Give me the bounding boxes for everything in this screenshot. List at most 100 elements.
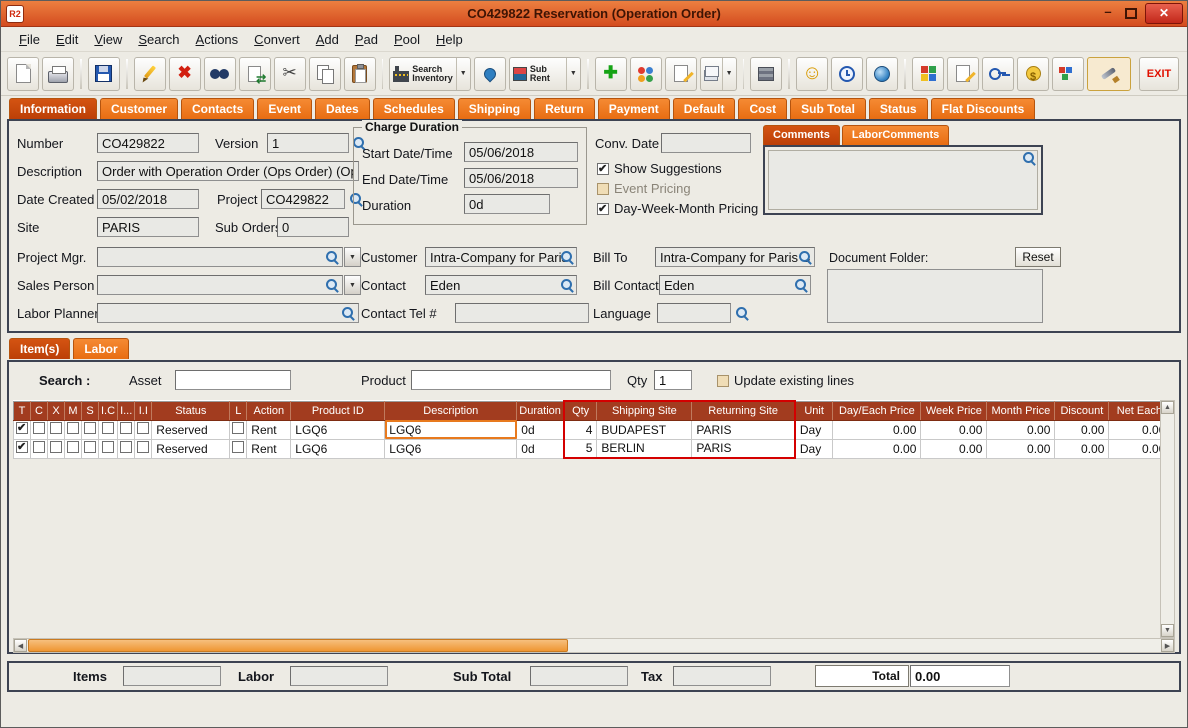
cell-status[interactable]: Reserved	[152, 420, 230, 439]
search-inventory-button[interactable]: Search Inventory ▼	[389, 57, 470, 91]
currency-button[interactable]	[1017, 57, 1049, 91]
col-header-month-price[interactable]: Month Price	[987, 401, 1055, 420]
cell-unit[interactable]: Day	[795, 439, 833, 458]
tab-payment[interactable]: Payment	[598, 98, 670, 119]
convert-button[interactable]	[239, 57, 271, 91]
col-header-returning-site[interactable]: Returning Site	[692, 401, 795, 420]
cell-week-price[interactable]: 0.00	[921, 420, 987, 439]
col-header-s[interactable]: S	[82, 401, 99, 420]
cell-shipping-site[interactable]: BERLIN	[597, 439, 692, 458]
items-tab-item-s[interactable]: Item(s)	[9, 338, 70, 359]
cell-qty[interactable]: 4	[564, 420, 597, 439]
delete-button[interactable]	[169, 57, 201, 91]
product-input[interactable]	[411, 370, 611, 390]
row-checkbox-m[interactable]	[67, 441, 79, 453]
tab-shipping[interactable]: Shipping	[458, 98, 531, 119]
items-tab-labor[interactable]: Labor	[73, 338, 128, 359]
dispatch-button[interactable]	[474, 57, 506, 91]
cell-status[interactable]: Reserved	[152, 439, 230, 458]
item-row[interactable]: ReservedRentLGQ6LGQ60d4BUDAPESTPARISDay0…	[14, 420, 1170, 439]
menu-add[interactable]: Add	[308, 29, 347, 50]
cell-duration[interactable]: 0d	[517, 439, 564, 458]
minimize-button[interactable]: –	[1099, 6, 1117, 22]
new-document-button[interactable]	[7, 57, 39, 91]
version-input[interactable]	[267, 133, 349, 153]
col-header-c[interactable]: C	[31, 401, 48, 420]
web-button[interactable]	[866, 57, 898, 91]
customer-search-icon[interactable]	[560, 250, 574, 264]
cell-week-price[interactable]: 0.00	[921, 439, 987, 458]
col-header-i-c[interactable]: I.C	[99, 401, 118, 420]
menu-view[interactable]: View	[86, 29, 130, 50]
asset-input[interactable]	[175, 370, 291, 390]
bill-contact-input[interactable]	[659, 275, 811, 295]
worksheet-button[interactable]	[947, 57, 979, 91]
contact-tel-input[interactable]	[455, 303, 589, 323]
save-button[interactable]	[88, 57, 120, 91]
menu-convert[interactable]: Convert	[246, 29, 308, 50]
find-button[interactable]	[204, 57, 236, 91]
row-checkbox-x[interactable]	[50, 422, 62, 434]
customer-input[interactable]	[425, 247, 577, 267]
comments-textarea[interactable]	[768, 150, 1038, 210]
purchase-button[interactable]	[1052, 57, 1084, 91]
cell-description[interactable]: LGQ6	[385, 420, 517, 439]
cell-day-each-price[interactable]: 0.00	[833, 420, 921, 439]
cell-product-id[interactable]: LGQ6	[291, 420, 385, 439]
col-header-description[interactable]: Description	[385, 401, 517, 420]
sub-rent-button[interactable]: Sub Rent ▼	[509, 57, 581, 91]
reset-button[interactable]: Reset	[1015, 247, 1061, 267]
maximize-button[interactable]	[1125, 8, 1137, 19]
cell-returning-site[interactable]: PARIS	[692, 420, 795, 439]
add-button[interactable]	[595, 57, 627, 91]
row-checkbox-s[interactable]	[84, 422, 96, 434]
total-input[interactable]	[910, 665, 1010, 687]
labor-total-input[interactable]	[290, 666, 388, 686]
col-header-week-price[interactable]: Week Price	[921, 401, 987, 420]
col-header-i-i[interactable]: I.I	[135, 401, 152, 420]
notes-button[interactable]	[665, 57, 697, 91]
menu-search[interactable]: Search	[130, 29, 187, 50]
cell-product-id[interactable]: LGQ6	[291, 439, 385, 458]
copy-button[interactable]	[309, 57, 341, 91]
col-header-day-each-price[interactable]: Day/Each Price	[833, 401, 921, 420]
scroll-left-icon[interactable]: ◀	[14, 639, 27, 652]
contact-search-icon[interactable]	[560, 278, 574, 292]
cell-action[interactable]: Rent	[247, 439, 291, 458]
exit-button[interactable]: EXIT	[1139, 57, 1179, 91]
project-mgr-search-icon[interactable]	[325, 250, 339, 264]
cut-button[interactable]	[274, 57, 306, 91]
language-input[interactable]	[657, 303, 731, 323]
tab-return[interactable]: Return	[534, 98, 595, 119]
menu-pad[interactable]: Pad	[347, 29, 386, 50]
comments-search-icon[interactable]	[1022, 151, 1036, 165]
cards-button[interactable]: ▼	[700, 57, 737, 91]
cell-discount[interactable]: 0.00	[1055, 439, 1109, 458]
site-input[interactable]	[97, 217, 199, 237]
tab-sub-total[interactable]: Sub Total	[790, 98, 866, 119]
row-checkbox-i[interactable]	[120, 422, 132, 434]
scrollbar-thumb[interactable]	[28, 639, 568, 652]
contact-button[interactable]	[796, 57, 828, 91]
col-header-m[interactable]: M	[65, 401, 82, 420]
col-header-action[interactable]: Action	[247, 401, 291, 420]
print-button[interactable]	[42, 57, 74, 91]
cell-duration[interactable]: 0d	[517, 420, 564, 439]
comments-tab-laborcomments[interactable]: LaborComments	[842, 125, 949, 145]
project-input[interactable]	[261, 189, 345, 209]
col-header-shipping-site[interactable]: Shipping Site	[597, 401, 692, 420]
day-week-month-checkbox[interactable]	[597, 203, 609, 215]
chevron-down-icon[interactable]: ▼	[722, 58, 733, 90]
tab-information[interactable]: Information	[9, 98, 97, 119]
menu-actions[interactable]: Actions	[188, 29, 247, 50]
scroll-right-icon[interactable]: ▶	[1161, 639, 1174, 652]
group-button[interactable]	[630, 57, 662, 91]
labor-planner-search-icon[interactable]	[341, 306, 355, 320]
cell-returning-site[interactable]: PARIS	[692, 439, 795, 458]
number-input[interactable]	[97, 133, 199, 153]
bill-to-input[interactable]	[655, 247, 815, 267]
start-date-input[interactable]	[464, 142, 578, 162]
menu-pool[interactable]: Pool	[386, 29, 428, 50]
cell-shipping-site[interactable]: BUDAPEST	[597, 420, 692, 439]
tab-customer[interactable]: Customer	[100, 98, 178, 119]
